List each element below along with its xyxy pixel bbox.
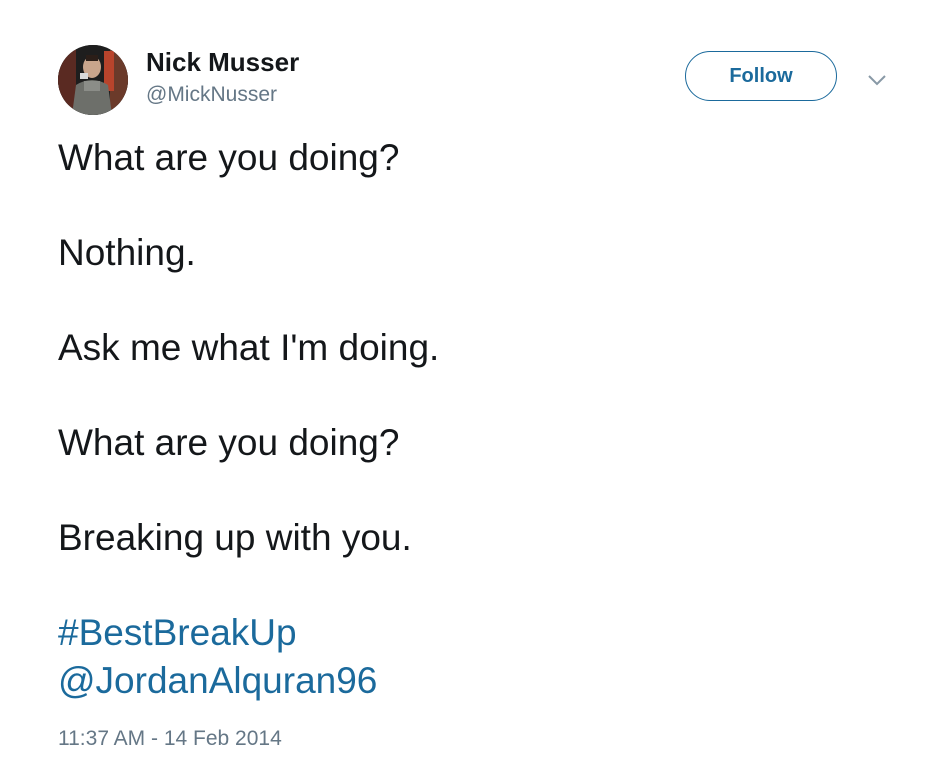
tweet-line: What are you doing? xyxy=(58,137,400,178)
hashtag-link[interactable]: #BestBreakUp xyxy=(58,609,918,657)
tweet-line: Nothing. xyxy=(58,232,196,273)
tweet-line: Breaking up with you. xyxy=(58,517,412,558)
mention-link[interactable]: @JordanAlquran96 xyxy=(58,657,918,705)
user-handle[interactable]: @MickNusser xyxy=(146,82,277,108)
follow-button[interactable]: Follow xyxy=(685,51,837,101)
chevron-down-icon[interactable] xyxy=(865,70,889,90)
tweet-timestamp[interactable]: 11:37 AM - 14 Feb 2014 xyxy=(58,726,282,752)
avatar-photo xyxy=(58,45,128,115)
tweet-line: Ask me what I'm doing. xyxy=(58,327,440,368)
avatar[interactable] xyxy=(58,45,128,115)
display-name[interactable]: Nick Musser xyxy=(146,46,299,78)
tweet-line: What are you doing? xyxy=(58,422,400,463)
tweet-card: Nick Musser @MickNusser Follow What are … xyxy=(0,0,948,768)
tweet-text: What are you doing? Nothing. Ask me what… xyxy=(58,134,918,705)
